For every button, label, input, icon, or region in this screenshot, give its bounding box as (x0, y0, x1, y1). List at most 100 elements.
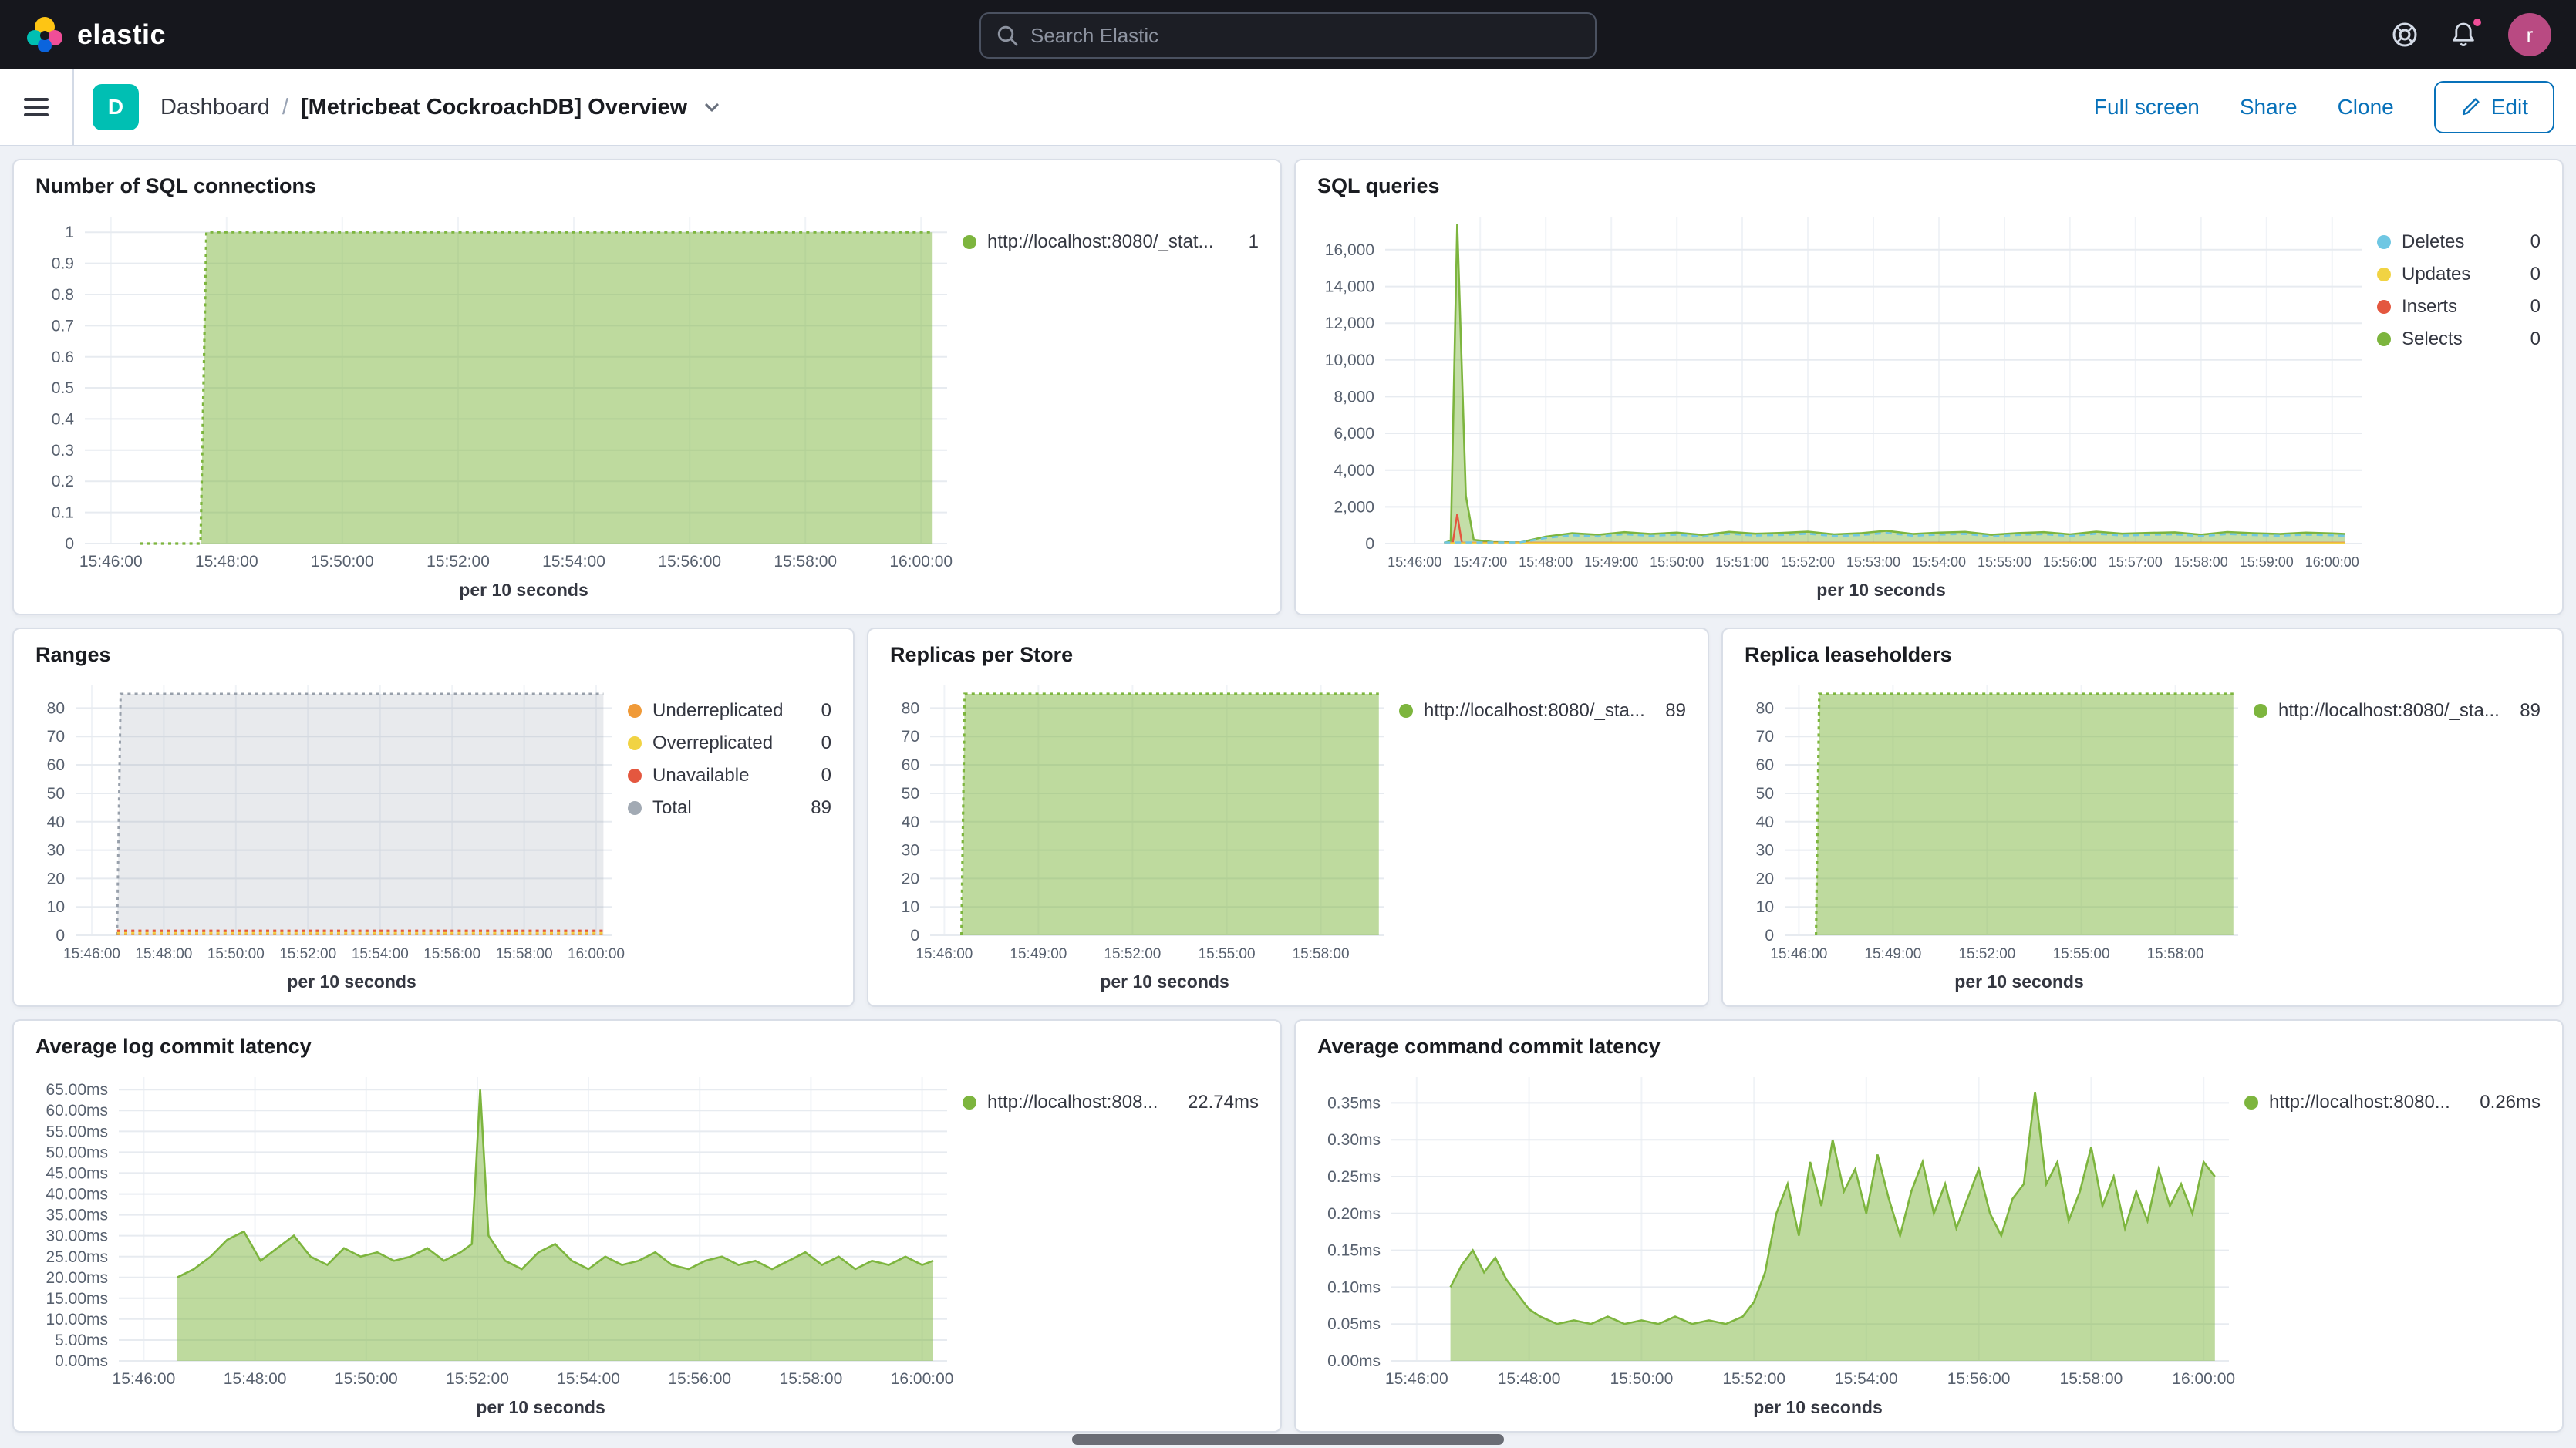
sql-queries-chart[interactable]: 15:46:0015:47:0015:48:0015:49:0015:50:00… (1305, 201, 2377, 580)
breadcrumb-separator: / (282, 95, 288, 120)
svg-text:15:50:00: 15:50:00 (1650, 554, 1704, 570)
svg-text:0.8: 0.8 (52, 286, 74, 304)
legend-item[interactable]: http://localhost:8080/_sta...89 (2254, 695, 2547, 727)
svg-text:0: 0 (65, 535, 74, 553)
svg-text:0.35ms: 0.35ms (1327, 1094, 1381, 1112)
dashboard-grid: Number of SQL connections 15:46:0015:48:… (0, 146, 2576, 1445)
svg-text:14,000: 14,000 (1325, 278, 1374, 296)
svg-text:10: 10 (47, 898, 65, 916)
svg-text:15:48:00: 15:48:00 (1498, 1370, 1561, 1388)
brand[interactable]: elastic (25, 15, 166, 55)
legend-series-dot-icon (2377, 235, 2391, 249)
horizontal-scrollbar-thumb[interactable] (1072, 1434, 1504, 1445)
svg-text:80: 80 (902, 699, 919, 717)
user-avatar[interactable]: r (2508, 13, 2551, 56)
chart-canvas: 15:46:0015:48:0015:50:0015:52:0015:54:00… (23, 1062, 963, 1398)
panel-sql-queries: SQL queries 15:46:0015:47:0015:48:0015:4… (1294, 159, 2564, 615)
svg-text:15:56:00: 15:56:00 (1947, 1370, 2011, 1388)
svg-text:15:55:00: 15:55:00 (1199, 946, 1256, 962)
legend-series-dot-icon (963, 235, 976, 249)
legend-series-value: 89 (2520, 700, 2541, 722)
svg-text:40: 40 (1756, 813, 1774, 831)
legend-series-label: http://localhost:8080/_stat... (987, 231, 1229, 253)
chart-legend: http://localhost:808...22.74ms (963, 1062, 1265, 1428)
svg-text:15:55:00: 15:55:00 (1978, 554, 2031, 570)
svg-text:0.7: 0.7 (52, 317, 74, 335)
svg-text:0: 0 (56, 927, 65, 945)
x-axis-label: per 10 seconds (1305, 1397, 2244, 1428)
legend-item[interactable]: Overreplicated0 (628, 727, 838, 759)
search-input[interactable] (1030, 24, 1580, 48)
legend-series-dot-icon (1399, 704, 1413, 718)
svg-text:15:46:00: 15:46:00 (113, 1370, 176, 1388)
panel-title: Replica leaseholders (1723, 629, 2562, 670)
legend-item[interactable]: http://localhost:8080/_stat...1 (963, 226, 1265, 258)
elastic-logo-icon (25, 15, 65, 55)
legend-item[interactable]: http://localhost:8080...0.26ms (2244, 1086, 2547, 1119)
log-commit-latency-chart[interactable]: 15:46:0015:48:0015:50:0015:52:0015:54:00… (23, 1062, 963, 1397)
svg-text:10: 10 (1756, 898, 1774, 916)
legend-series-dot-icon (628, 704, 642, 718)
legend-item[interactable]: Selects0 (2377, 323, 2547, 355)
chart-canvas: 15:46:0015:47:0015:48:0015:49:0015:50:00… (1305, 201, 2377, 581)
legend-series-value: 0 (821, 700, 831, 722)
svg-text:80: 80 (1756, 699, 1774, 717)
svg-text:55.00ms: 55.00ms (46, 1123, 108, 1140)
ranges-chart[interactable]: 15:46:0015:48:0015:50:0015:52:0015:54:00… (23, 670, 628, 972)
nav-menu-button[interactable] (0, 69, 74, 145)
clone-button[interactable]: Clone (2338, 95, 2394, 120)
breadcrumb-dashboard[interactable]: Dashboard (160, 95, 270, 120)
share-button[interactable]: Share (2240, 95, 2298, 120)
svg-text:15:48:00: 15:48:00 (195, 553, 258, 571)
edit-button[interactable]: Edit (2434, 81, 2554, 133)
x-axis-label: per 10 seconds (1305, 580, 2377, 611)
legend-item[interactable]: Deletes 0 (2377, 226, 2547, 258)
space-badge[interactable]: D (93, 84, 139, 130)
svg-text:15:46:00: 15:46:00 (79, 553, 143, 571)
svg-text:45.00ms: 45.00ms (46, 1164, 108, 1182)
chart-canvas: 15:46:0015:49:0015:52:0015:55:0015:58:00… (878, 670, 1399, 972)
svg-text:16,000: 16,000 (1325, 241, 1374, 259)
svg-text:0.4: 0.4 (52, 410, 75, 428)
svg-text:20: 20 (47, 870, 65, 887)
help-icon[interactable] (2391, 21, 2419, 49)
legend-item[interactable]: Inserts0 (2377, 291, 2547, 323)
notification-dot (2471, 16, 2483, 29)
full-screen-button[interactable]: Full screen (2094, 95, 2200, 120)
svg-text:6,000: 6,000 (1334, 425, 1374, 443)
svg-text:15:55:00: 15:55:00 (2053, 946, 2110, 962)
panel-title: SQL queries (1296, 160, 2562, 201)
legend-series-value: 0.26ms (2480, 1092, 2541, 1113)
svg-text:15:46:00: 15:46:00 (1770, 946, 1827, 962)
global-search[interactable] (979, 12, 1597, 59)
command-commit-latency-chart[interactable]: 15:46:0015:48:0015:50:0015:52:0015:54:00… (1305, 1062, 2244, 1397)
legend-series-dot-icon (2377, 332, 2391, 346)
replica-leaseholders-chart[interactable]: 15:46:0015:49:0015:52:0015:55:0015:58:00… (1732, 670, 2254, 972)
svg-text:35.00ms: 35.00ms (46, 1207, 108, 1224)
legend-series-label: Deletes (2402, 231, 2510, 253)
legend-item[interactable]: http://localhost:8080/_sta...89 (1399, 695, 1692, 727)
legend-series-label: Underreplicated (652, 700, 801, 722)
legend-series-value: 22.74ms (1188, 1092, 1259, 1113)
legend-item[interactable]: Total89 (628, 792, 838, 824)
legend-series-value: 0 (2530, 231, 2541, 253)
svg-text:12,000: 12,000 (1325, 315, 1374, 332)
chart-canvas: 15:46:0015:48:0015:50:0015:52:0015:54:00… (23, 201, 963, 581)
replicas-per-store-chart[interactable]: 15:46:0015:49:0015:52:0015:55:0015:58:00… (878, 670, 1399, 972)
svg-text:16:00:00: 16:00:00 (2305, 554, 2359, 570)
chevron-down-icon[interactable] (703, 98, 721, 116)
legend-item[interactable]: Updates0 (2377, 258, 2547, 291)
legend-series-label: Total (652, 797, 791, 819)
svg-text:15:49:00: 15:49:00 (1010, 946, 1067, 962)
svg-text:60.00ms: 60.00ms (46, 1102, 108, 1120)
alerts-bell-icon[interactable] (2450, 21, 2477, 49)
svg-text:0.3: 0.3 (52, 442, 74, 460)
legend-item[interactable]: Underreplicated 0 (628, 695, 838, 727)
legend-item[interactable]: http://localhost:808...22.74ms (963, 1086, 1265, 1119)
svg-text:0.30ms: 0.30ms (1327, 1131, 1381, 1149)
legend-series-dot-icon (628, 801, 642, 815)
sql-connections-chart[interactable]: 15:46:0015:48:0015:50:0015:52:0015:54:00… (23, 201, 963, 580)
legend-item[interactable]: Unavailable0 (628, 759, 838, 792)
svg-text:15:52:00: 15:52:00 (1958, 946, 2015, 962)
legend-series-value: 0 (821, 765, 831, 786)
